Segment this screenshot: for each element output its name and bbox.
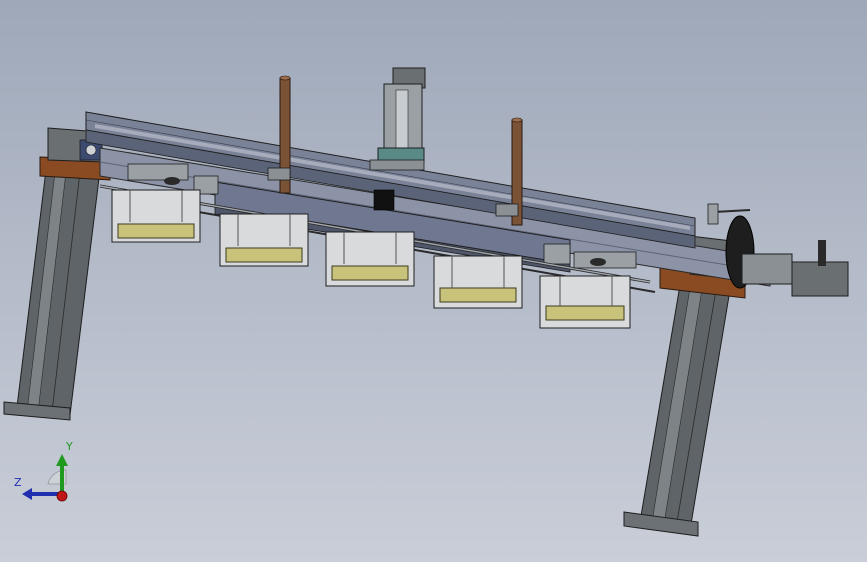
triad-y-label: Y	[66, 440, 73, 453]
orientation-triad: Y Z	[8, 440, 88, 510]
triad-z-label: Z	[14, 476, 22, 489]
gripper-4	[433, 255, 523, 309]
x-axis-dot	[56, 490, 68, 502]
triad-graphic	[22, 454, 68, 502]
gantry-model[interactable]	[0, 0, 867, 562]
gripper-1	[111, 189, 201, 243]
gripper-5	[539, 275, 631, 329]
lift-cylinder	[369, 67, 426, 171]
gripper-3	[325, 231, 415, 287]
gripper-2	[219, 213, 309, 267]
left-support-column	[3, 127, 111, 421]
cad-viewport[interactable]: Y Z	[0, 0, 867, 562]
